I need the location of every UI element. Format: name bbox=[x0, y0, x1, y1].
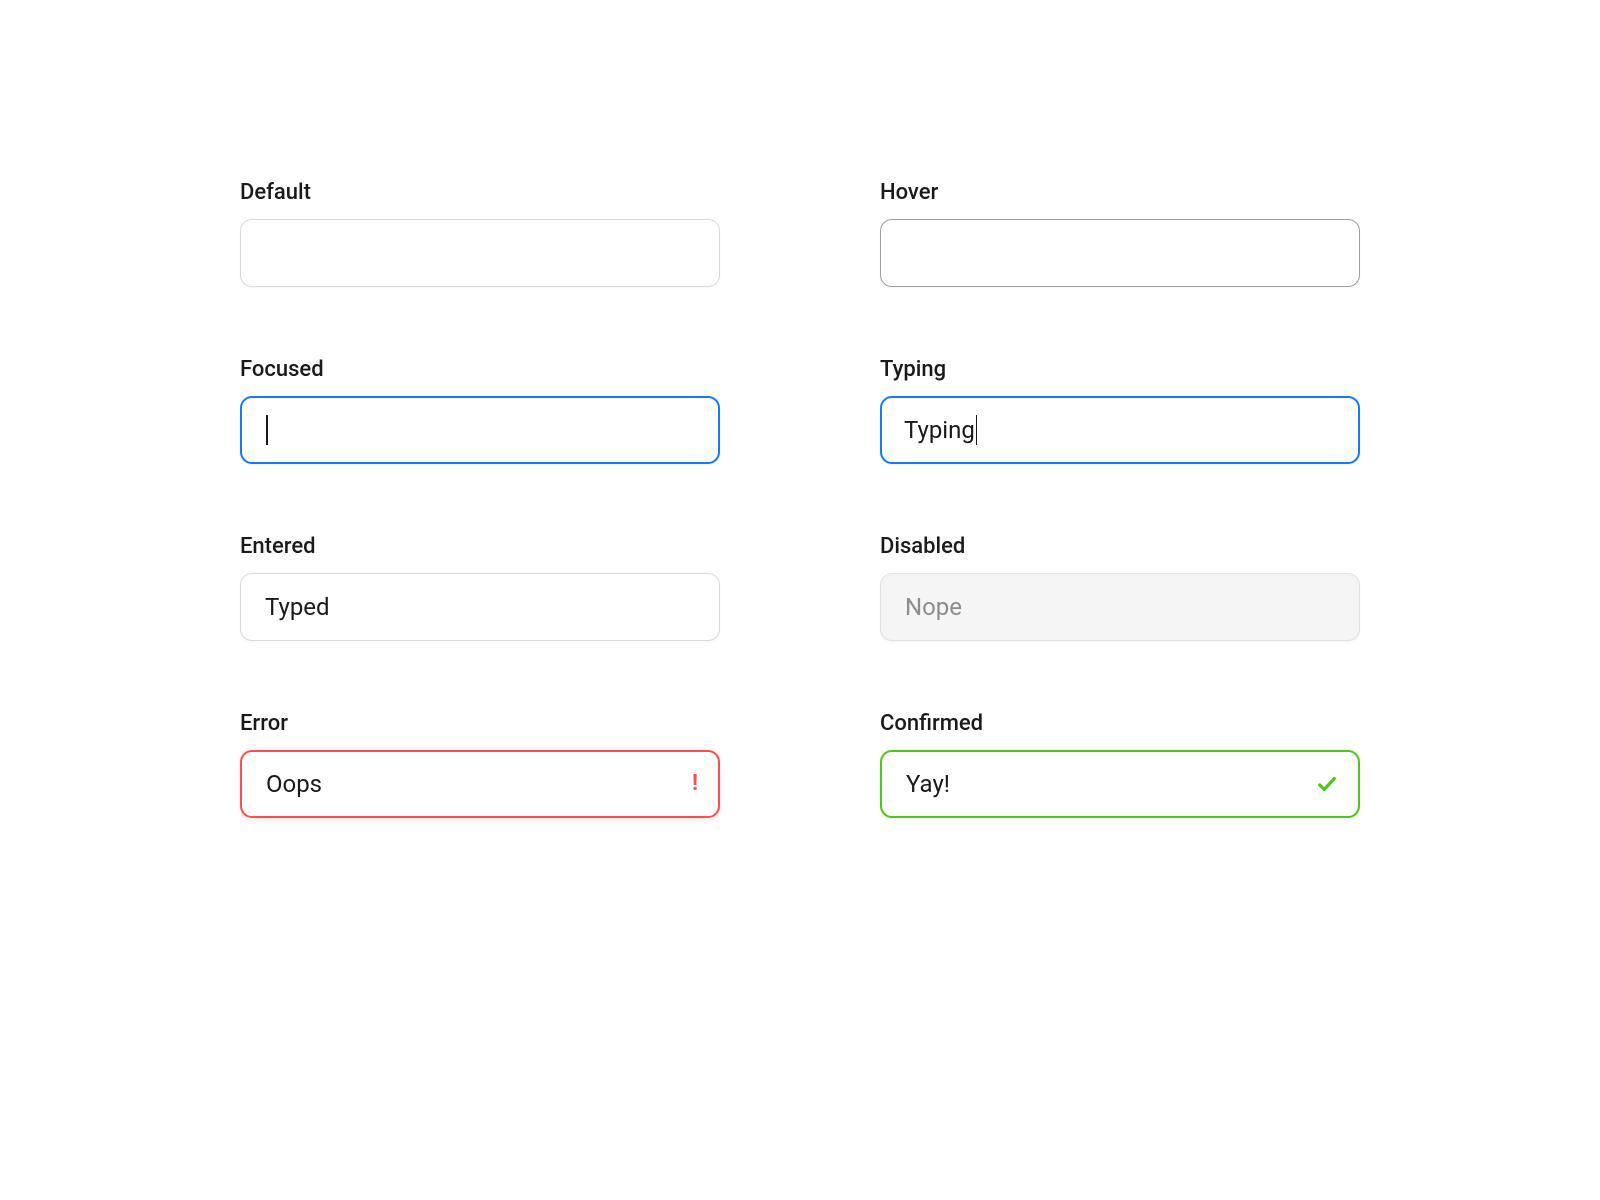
input-entered[interactable] bbox=[240, 573, 720, 641]
field-default: Default bbox=[240, 180, 720, 287]
input-hover[interactable] bbox=[880, 219, 1360, 287]
input-typing[interactable] bbox=[880, 396, 1360, 464]
field-label-hover: Hover bbox=[880, 180, 1360, 205]
field-error: Error ! bbox=[240, 711, 720, 818]
field-label-focused: Focused bbox=[240, 357, 720, 382]
input-wrapper-focused bbox=[240, 396, 720, 464]
field-confirmed: Confirmed bbox=[880, 711, 1360, 818]
input-wrapper-hover bbox=[880, 219, 1360, 287]
input-focused[interactable] bbox=[240, 396, 720, 464]
field-label-typing: Typing bbox=[880, 357, 1360, 382]
input-wrapper-disabled bbox=[880, 573, 1360, 641]
input-wrapper-error: ! bbox=[240, 750, 720, 818]
field-label-disabled: Disabled bbox=[880, 534, 1360, 559]
input-error[interactable] bbox=[240, 750, 720, 818]
input-wrapper-confirmed bbox=[880, 750, 1360, 818]
input-wrapper-entered bbox=[240, 573, 720, 641]
input-states-grid: Default Hover Focused Typing Typing Ente… bbox=[240, 180, 1360, 818]
field-label-default: Default bbox=[240, 180, 720, 205]
input-disabled bbox=[880, 573, 1360, 641]
input-default[interactable] bbox=[240, 219, 720, 287]
input-confirmed[interactable] bbox=[880, 750, 1360, 818]
field-label-error: Error bbox=[240, 711, 720, 736]
field-focused: Focused bbox=[240, 357, 720, 464]
input-wrapper-typing: Typing bbox=[880, 396, 1360, 464]
field-typing: Typing Typing bbox=[880, 357, 1360, 464]
field-entered: Entered bbox=[240, 534, 720, 641]
field-label-entered: Entered bbox=[240, 534, 720, 559]
field-label-confirmed: Confirmed bbox=[880, 711, 1360, 736]
input-wrapper-default bbox=[240, 219, 720, 287]
field-disabled: Disabled bbox=[880, 534, 1360, 641]
field-hover: Hover bbox=[880, 180, 1360, 287]
